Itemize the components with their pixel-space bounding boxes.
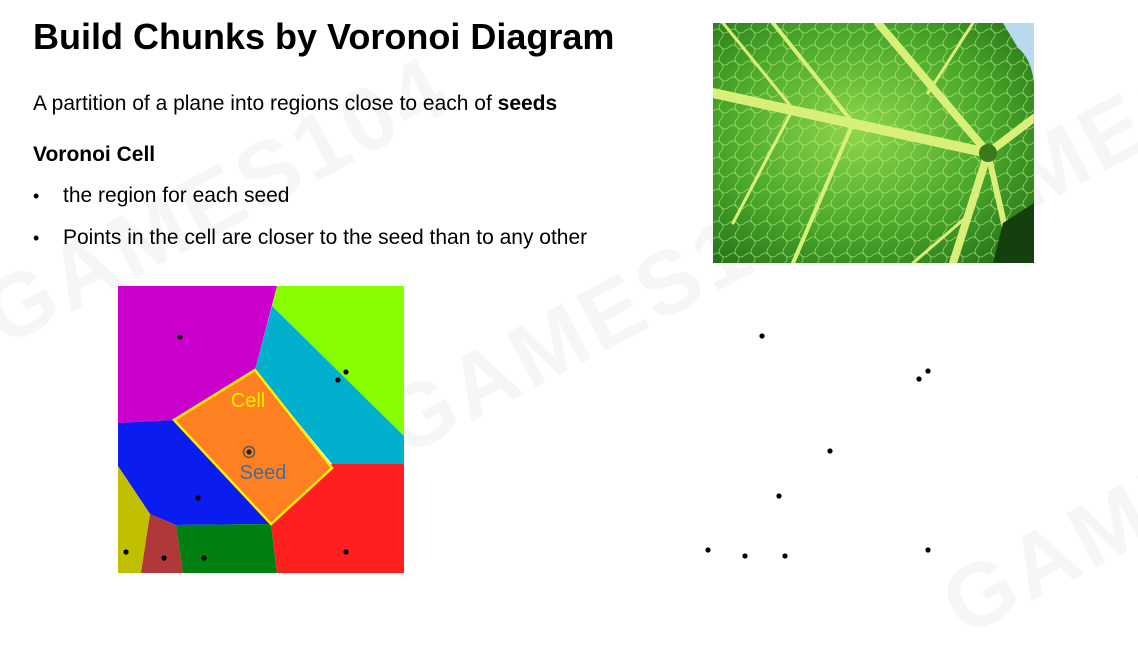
seed-point <box>201 555 207 561</box>
seed-point-set <box>690 320 950 570</box>
subtitle-text: A partition of a plane into regions clos… <box>33 92 498 115</box>
seed-label: Seed <box>240 462 287 484</box>
seed-point <box>161 555 167 561</box>
seed-point <box>742 553 748 559</box>
seed-point <box>123 549 129 555</box>
bullet-icon: • <box>33 228 40 248</box>
seed-point <box>705 547 711 553</box>
seed-point-svg <box>705 333 931 559</box>
seed-point <box>776 493 782 499</box>
seed-point <box>759 333 765 339</box>
list-item: • the region for each seed <box>33 182 587 224</box>
seed-point <box>177 334 183 340</box>
seed-point <box>335 377 341 383</box>
leaf-photo <box>713 23 1034 263</box>
voronoi-diagram: Cell Seed <box>118 286 404 573</box>
seed-point <box>782 553 788 559</box>
page-title: Build Chunks by Voronoi Diagram <box>33 16 615 57</box>
seed-point <box>343 549 349 555</box>
bullet-list: • the region for each seed • Points in t… <box>33 182 587 266</box>
seed-point <box>827 448 833 454</box>
bullet-icon: • <box>33 186 40 206</box>
seed-point <box>925 547 931 553</box>
watermark: GAMES104 <box>926 326 1138 657</box>
section-heading: Voronoi Cell <box>33 143 156 166</box>
list-item-text: Points in the cell are closer to the see… <box>63 226 588 249</box>
cell-label: Cell <box>231 390 265 412</box>
seed-point <box>343 369 349 375</box>
highlighted-seed-dot <box>246 449 252 455</box>
subtitle-emphasis: seeds <box>497 92 558 115</box>
seed-point <box>195 495 201 501</box>
leaf-image <box>713 23 1034 263</box>
voronoi-region-green <box>176 524 277 573</box>
voronoi-svg: Cell Seed <box>118 286 404 573</box>
subtitle: A partition of a plane into regions clos… <box>33 90 557 118</box>
list-item: • Points in the cell are closer to the s… <box>33 224 587 266</box>
seed-point <box>925 368 931 374</box>
seed-point <box>916 376 922 382</box>
list-item-text: the region for each seed <box>63 184 290 207</box>
